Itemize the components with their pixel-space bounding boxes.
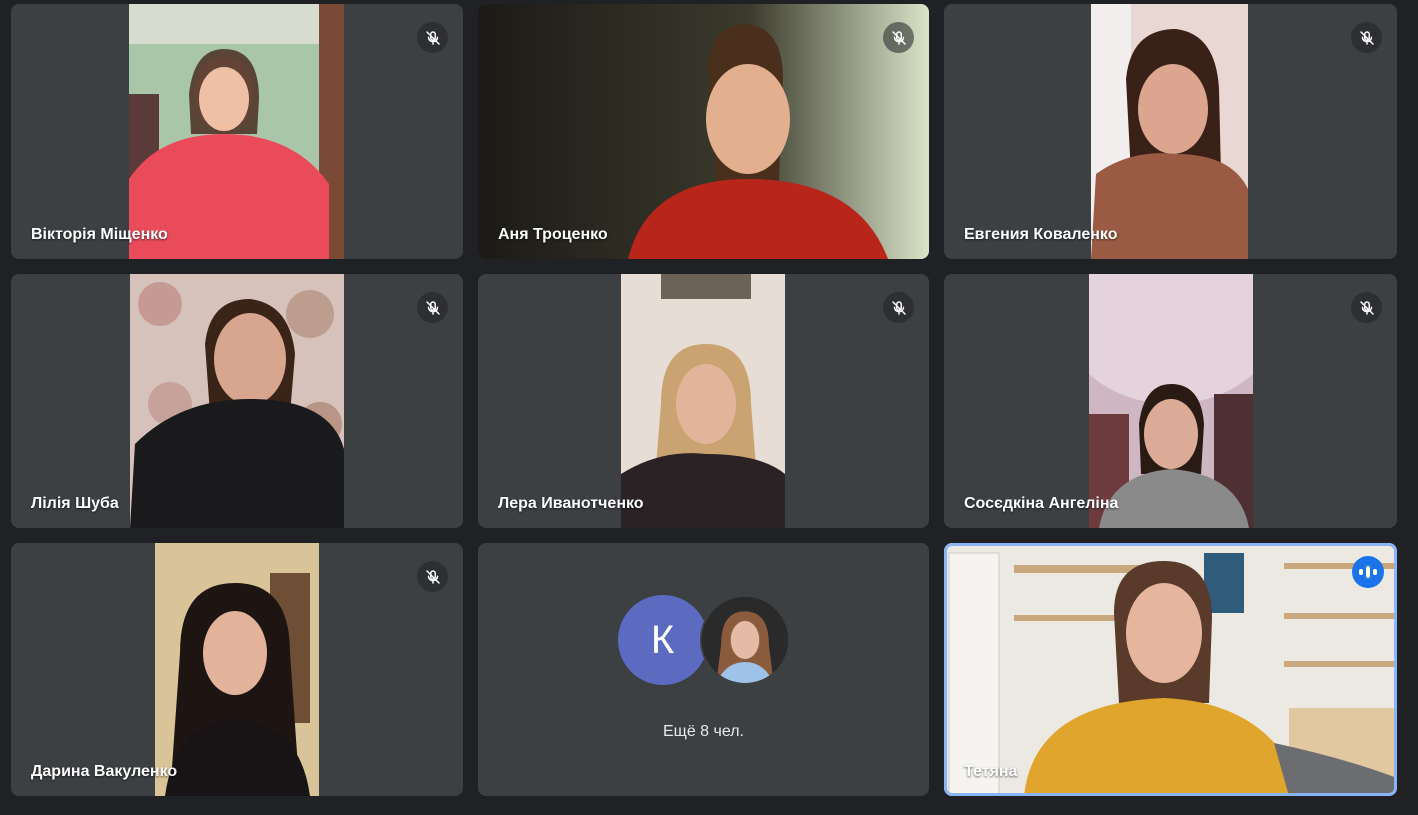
participant-tile[interactable]: Лера Иванотченко	[478, 274, 929, 528]
mic-off-icon	[417, 292, 448, 323]
participant-video	[621, 274, 785, 528]
participant-tile[interactable]: Лілія Шуба	[11, 274, 463, 528]
participant-name: Евгения Коваленко	[964, 226, 1118, 243]
mic-off-icon	[1351, 292, 1382, 323]
participant-name: Лілія Шуба	[31, 495, 119, 512]
participant-name: Сосєдкіна Ангеліна	[964, 495, 1119, 512]
more-participants-tile[interactable]: К Ещё 8 чел.	[478, 543, 929, 796]
avatar-photo	[699, 595, 790, 685]
avatar: К	[617, 595, 708, 685]
participant-tile[interactable]: Дарина Вакуленко	[11, 543, 463, 796]
participant-video	[478, 4, 929, 259]
mic-off-icon	[417, 561, 448, 592]
participant-name: Вікторія Міщенко	[31, 226, 168, 243]
mic-off-icon	[883, 22, 914, 53]
participant-name: Лера Иванотченко	[498, 495, 644, 512]
participant-video	[1089, 274, 1253, 528]
participant-tile[interactable]: Сосєдкіна Ангеліна	[944, 274, 1397, 528]
more-participants-count: Ещё 8 чел.	[662, 723, 744, 740]
participant-name: Тетяна	[964, 763, 1018, 780]
participant-tile[interactable]: Аня Троценко	[478, 4, 929, 259]
participant-video	[130, 274, 344, 528]
participant-video	[129, 4, 344, 259]
mic-off-icon	[1351, 22, 1382, 53]
mic-off-icon	[417, 22, 448, 53]
participant-name: Аня Троценко	[498, 226, 608, 243]
participant-name: Дарина Вакуленко	[31, 763, 178, 780]
participant-video	[1091, 4, 1248, 259]
more-participants-avatars: К	[617, 595, 790, 685]
participant-tile[interactable]: Евгения Коваленко	[944, 4, 1397, 259]
participant-video	[944, 543, 1397, 796]
participant-tile[interactable]: Вікторія Міщенко	[11, 4, 463, 259]
active-speaker-tile[interactable]: Тетяна	[944, 543, 1397, 796]
participant-video	[155, 543, 319, 796]
speaking-indicator-icon	[1352, 556, 1384, 588]
mic-off-icon	[883, 292, 914, 323]
